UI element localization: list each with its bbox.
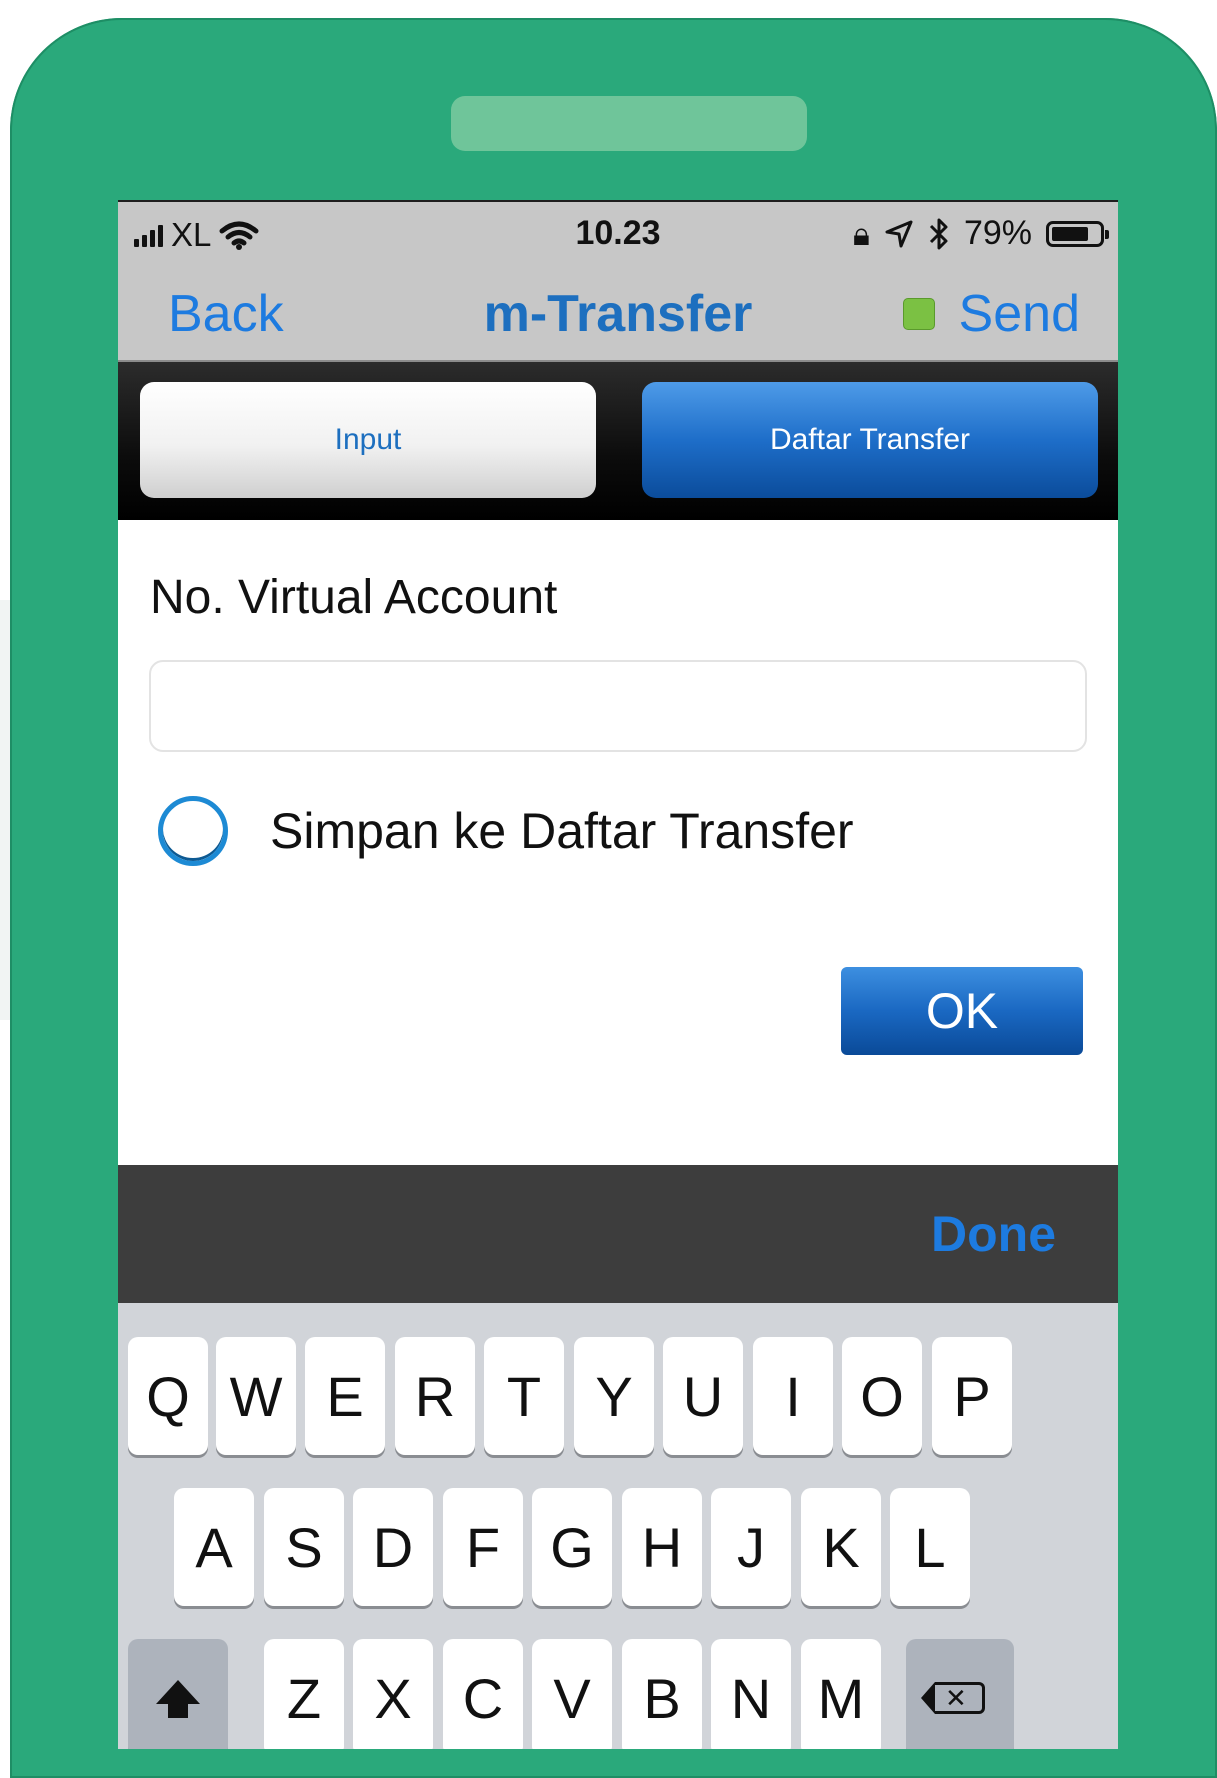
battery-level-fill [1052, 226, 1088, 241]
key-t[interactable]: T [484, 1337, 564, 1455]
key-h[interactable]: H [622, 1488, 702, 1606]
battery-percent: 79% [963, 214, 1032, 252]
key-x[interactable]: X [353, 1639, 433, 1749]
key-k[interactable]: K [801, 1488, 881, 1606]
save-option-label: Simpan ke Daftar Transfer [270, 803, 854, 859]
key-i[interactable]: I [753, 1337, 833, 1455]
save-to-list-option[interactable]: Simpan ke Daftar Transfer [158, 796, 854, 866]
location-icon [885, 220, 913, 247]
shift-icon [156, 1680, 200, 1718]
rotation-lock-icon: 🔒︎ [852, 215, 870, 252]
key-u[interactable]: U [663, 1337, 743, 1455]
done-button[interactable]: Done [931, 1205, 1056, 1263]
key-v[interactable]: V [532, 1639, 612, 1749]
key-r[interactable]: R [395, 1337, 475, 1455]
on-screen-keyboard: Q W E R T Y U I O P A S D F G H J K L Z … [118, 1303, 1118, 1749]
key-o[interactable]: O [842, 1337, 922, 1455]
bluetooth-icon [929, 218, 948, 249]
key-n[interactable]: N [711, 1639, 791, 1749]
key-z[interactable]: Z [264, 1639, 344, 1749]
key-a[interactable]: A [174, 1488, 254, 1606]
phone-speaker [451, 96, 807, 151]
key-c[interactable]: C [443, 1639, 523, 1749]
tab-daftar-transfer[interactable]: Daftar Transfer [642, 382, 1098, 498]
key-p[interactable]: P [932, 1337, 1012, 1455]
phone-screen: XL 10.23 🔒︎ 79% Back m-Transfer Send Inp… [118, 200, 1118, 1749]
transfer-form: No. Virtual Account Simpan ke Daftar Tra… [118, 520, 1118, 1165]
battery-icon [1046, 220, 1109, 247]
key-e[interactable]: E [305, 1337, 385, 1455]
key-y[interactable]: Y [574, 1337, 654, 1455]
shift-key[interactable] [128, 1639, 228, 1749]
key-w[interactable]: W [216, 1337, 296, 1455]
key-b[interactable]: B [622, 1639, 702, 1749]
key-m[interactable]: M [801, 1639, 881, 1749]
save-radio-button[interactable] [158, 796, 228, 866]
key-s[interactable]: S [264, 1488, 344, 1606]
tab-input[interactable]: Input [140, 382, 596, 498]
key-f[interactable]: F [443, 1488, 523, 1606]
status-bar: XL 10.23 🔒︎ 79% [118, 200, 1118, 262]
keyboard-accessory-bar: Done [118, 1165, 1118, 1303]
key-l[interactable]: L [890, 1488, 970, 1606]
navigation-bar: Back m-Transfer Send [118, 262, 1118, 362]
send-button[interactable]: Send [902, 284, 1080, 344]
ok-button[interactable]: OK [841, 967, 1083, 1055]
virtual-account-input[interactable] [149, 660, 1087, 752]
send-status-indicator [902, 298, 935, 330]
backspace-key[interactable]: ✕ [906, 1639, 1014, 1749]
key-g[interactable]: G [532, 1488, 612, 1606]
virtual-account-label: No. Virtual Account [150, 571, 558, 624]
key-d[interactable]: D [353, 1488, 433, 1606]
send-button-label: Send [958, 285, 1080, 343]
key-j[interactable]: J [711, 1488, 791, 1606]
segmented-control: Input Daftar Transfer [118, 362, 1118, 520]
backspace-icon: ✕ [921, 1682, 985, 1714]
key-q[interactable]: Q [128, 1337, 208, 1455]
